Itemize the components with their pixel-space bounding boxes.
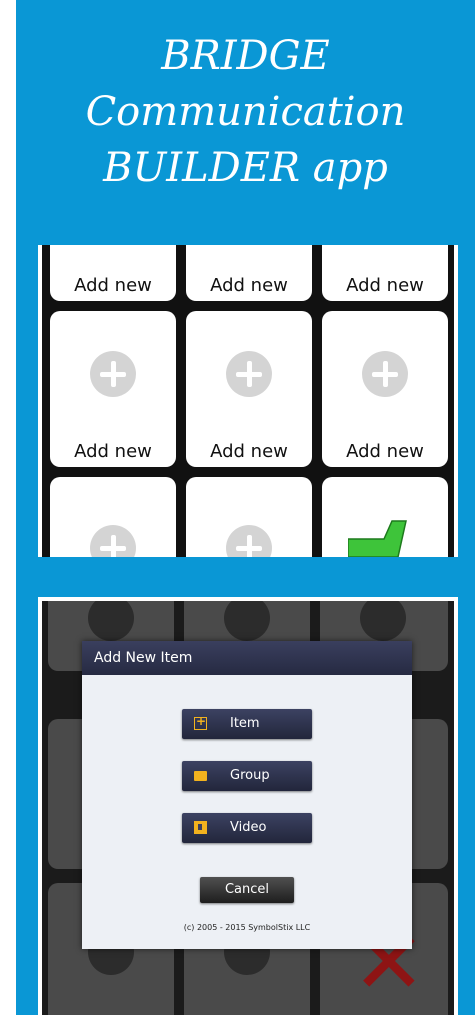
app-title: BRIDGE Communication BUILDER app xyxy=(16,28,475,196)
tile-label: Add new xyxy=(74,441,152,462)
item-button[interactable]: Item xyxy=(182,709,312,739)
copyright-text: (c) 2005 - 2015 SymbolStix LLC xyxy=(183,923,311,932)
add-item-dialog-screenshot: ✕ Add New Item Item Group Video Cancel (… xyxy=(38,597,458,1015)
add-new-tile[interactable]: Add new xyxy=(322,245,448,301)
video-button[interactable]: Video xyxy=(182,813,312,843)
add-new-tile[interactable]: Add new xyxy=(186,245,312,301)
item-button-label: Item xyxy=(230,716,260,731)
add-new-item-dialog: Add New Item Item Group Video Cancel (c)… xyxy=(82,641,412,949)
plus-circle-icon xyxy=(226,351,272,397)
add-new-tile[interactable]: Add new xyxy=(186,311,312,467)
plus-circle-icon xyxy=(224,601,270,641)
video-button-label: Video xyxy=(230,820,267,835)
plus-circle-icon xyxy=(226,525,272,557)
add-new-tile[interactable]: Add new xyxy=(322,311,448,467)
builder-grid-screenshot: Add new Add new Add new Add new Add new … xyxy=(38,245,458,557)
video-icon xyxy=(194,821,207,834)
cancel-button[interactable]: Cancel xyxy=(200,877,294,903)
add-item-icon xyxy=(194,714,207,730)
add-new-tile[interactable] xyxy=(50,477,176,557)
add-new-tile[interactable] xyxy=(186,477,312,557)
add-new-tile[interactable]: Add new xyxy=(50,311,176,467)
green-arrow-icon xyxy=(348,520,407,557)
tile-label: Add new xyxy=(210,275,288,296)
plus-circle-icon xyxy=(90,351,136,397)
group-button-label: Group xyxy=(230,768,270,783)
tile-grid: Add new Add new Add new Add new Add new … xyxy=(42,245,454,557)
tile-label: Add new xyxy=(346,275,424,296)
title-line-1: BRIDGE xyxy=(161,33,330,79)
plus-circle-icon xyxy=(360,601,406,641)
plus-circle-icon xyxy=(90,525,136,557)
next-page-tile[interactable] xyxy=(322,477,448,557)
dialog-title: Add New Item xyxy=(82,641,412,675)
add-new-tile[interactable]: Add new xyxy=(50,245,176,301)
title-line-2: Communication xyxy=(85,89,406,135)
group-button[interactable]: Group xyxy=(182,761,312,791)
plus-circle-icon xyxy=(88,601,134,641)
plus-circle-icon xyxy=(362,351,408,397)
tile-label: Add new xyxy=(210,441,288,462)
title-line-3: BUILDER app xyxy=(103,145,388,191)
tile-label: Add new xyxy=(346,441,424,462)
folder-icon xyxy=(194,771,207,781)
promo-panel: BRIDGE Communication BUILDER app Add new… xyxy=(16,0,475,1015)
tile-label: Add new xyxy=(74,275,152,296)
